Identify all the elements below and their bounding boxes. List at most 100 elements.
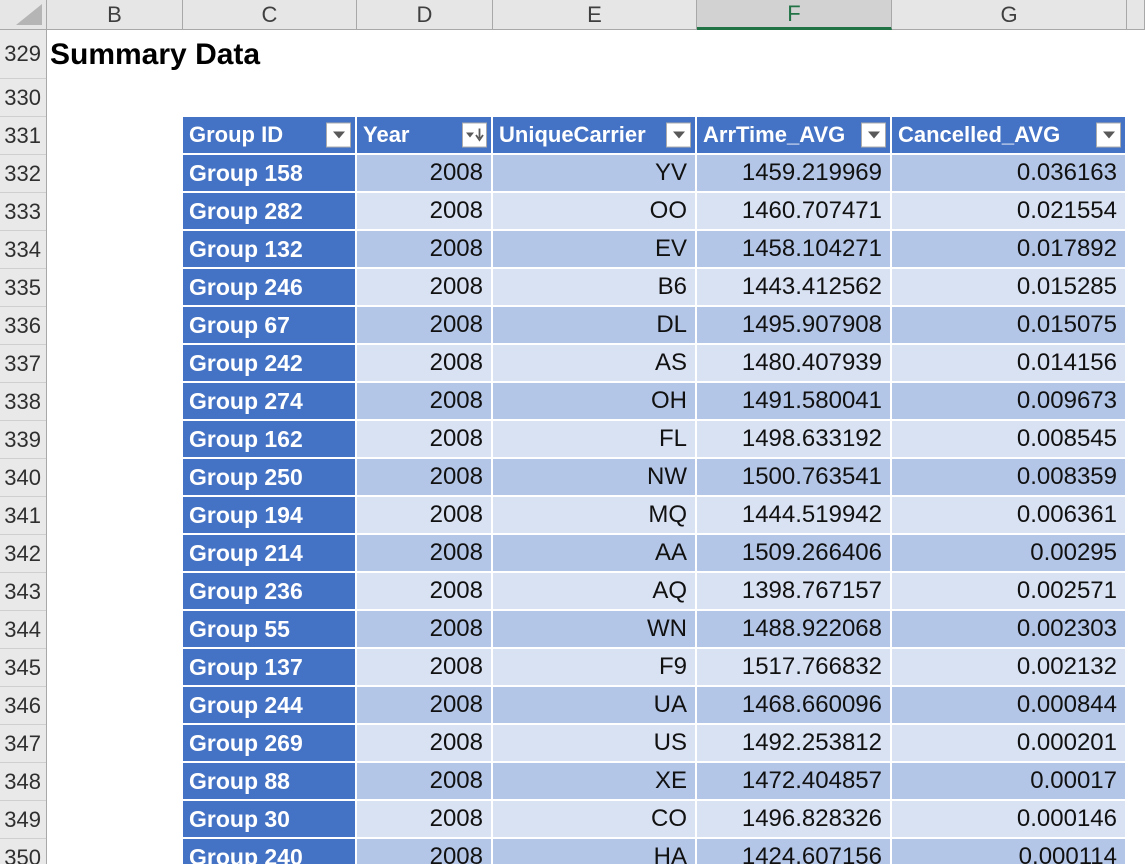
unique-carrier-cell[interactable]: WN bbox=[493, 611, 697, 649]
sheet-title-cell[interactable]: Summary Data bbox=[50, 38, 260, 72]
unique-carrier-cell[interactable]: OO bbox=[493, 193, 697, 231]
column-header-F[interactable]: F bbox=[697, 0, 892, 30]
unique-carrier-cell[interactable]: AA bbox=[493, 535, 697, 573]
group-id-cell[interactable]: Group 132 bbox=[183, 231, 357, 269]
arrtime-avg-cell[interactable]: 1509.266406 bbox=[697, 535, 892, 573]
group-id-cell[interactable]: Group 246 bbox=[183, 269, 357, 307]
unique-carrier-cell[interactable]: AS bbox=[493, 345, 697, 383]
cancelled-avg-cell[interactable]: 0.015285 bbox=[892, 269, 1127, 307]
filter-dropdown-button[interactable] bbox=[861, 122, 886, 148]
filter-dropdown-button[interactable] bbox=[1096, 122, 1121, 148]
column-header-G[interactable]: G bbox=[892, 0, 1127, 30]
filter-dropdown-button[interactable] bbox=[666, 122, 691, 148]
cancelled-avg-cell[interactable]: 0.036163 bbox=[892, 155, 1127, 193]
group-id-cell[interactable]: Group 250 bbox=[183, 459, 357, 497]
cancelled-avg-cell[interactable]: 0.014156 bbox=[892, 345, 1127, 383]
group-id-cell[interactable]: Group 236 bbox=[183, 573, 357, 611]
group-id-cell[interactable]: Group 194 bbox=[183, 497, 357, 535]
arrtime-avg-cell[interactable]: 1444.519942 bbox=[697, 497, 892, 535]
arrtime-avg-cell[interactable]: 1498.633192 bbox=[697, 421, 892, 459]
filter-dropdown-button[interactable] bbox=[326, 122, 351, 148]
group-id-cell[interactable]: Group 158 bbox=[183, 155, 357, 193]
group-id-cell[interactable]: Group 30 bbox=[183, 801, 357, 839]
cancelled-avg-cell[interactable]: 0.015075 bbox=[892, 307, 1127, 345]
year-cell[interactable]: 2008 bbox=[357, 725, 493, 763]
year-cell[interactable]: 2008 bbox=[357, 193, 493, 231]
select-all-corner[interactable] bbox=[0, 0, 47, 30]
row-header-340[interactable]: 340 bbox=[0, 459, 46, 497]
unique-carrier-cell[interactable]: FL bbox=[493, 421, 697, 459]
arrtime-avg-cell[interactable]: 1517.766832 bbox=[697, 649, 892, 687]
arrtime-avg-cell[interactable]: 1424.607156 bbox=[697, 839, 892, 864]
unique-carrier-cell[interactable]: AQ bbox=[493, 573, 697, 611]
cancelled-avg-cell[interactable]: 0.000114 bbox=[892, 839, 1127, 864]
unique-carrier-cell[interactable]: OH bbox=[493, 383, 697, 421]
year-cell[interactable]: 2008 bbox=[357, 383, 493, 421]
unique-carrier-cell[interactable]: HA bbox=[493, 839, 697, 864]
year-cell[interactable]: 2008 bbox=[357, 269, 493, 307]
unique-carrier-cell[interactable]: UA bbox=[493, 687, 697, 725]
cancelled-avg-cell[interactable]: 0.002132 bbox=[892, 649, 1127, 687]
table-column-header-year[interactable]: Year bbox=[357, 117, 493, 155]
arrtime-avg-cell[interactable]: 1468.660096 bbox=[697, 687, 892, 725]
arrtime-avg-cell[interactable]: 1480.407939 bbox=[697, 345, 892, 383]
row-header-343[interactable]: 343 bbox=[0, 573, 46, 611]
arrtime-avg-cell[interactable]: 1495.907908 bbox=[697, 307, 892, 345]
row-header-342[interactable]: 342 bbox=[0, 535, 46, 573]
row-header-335[interactable]: 335 bbox=[0, 269, 46, 307]
year-cell[interactable]: 2008 bbox=[357, 345, 493, 383]
arrtime-avg-cell[interactable]: 1458.104271 bbox=[697, 231, 892, 269]
arrtime-avg-cell[interactable]: 1488.922068 bbox=[697, 611, 892, 649]
column-header-D[interactable]: D bbox=[357, 0, 493, 30]
row-header-331[interactable]: 331 bbox=[0, 117, 46, 155]
year-cell[interactable]: 2008 bbox=[357, 307, 493, 345]
table-column-header-uniquecarrier[interactable]: UniqueCarrier bbox=[493, 117, 697, 155]
group-id-cell[interactable]: Group 55 bbox=[183, 611, 357, 649]
row-header-332[interactable]: 332 bbox=[0, 155, 46, 193]
column-header-B[interactable]: B bbox=[47, 0, 183, 30]
year-cell[interactable]: 2008 bbox=[357, 763, 493, 801]
group-id-cell[interactable]: Group 282 bbox=[183, 193, 357, 231]
cancelled-avg-cell[interactable]: 0.000844 bbox=[892, 687, 1127, 725]
year-cell[interactable]: 2008 bbox=[357, 421, 493, 459]
arrtime-avg-cell[interactable]: 1496.828326 bbox=[697, 801, 892, 839]
row-header-334[interactable]: 334 bbox=[0, 231, 46, 269]
cancelled-avg-cell[interactable]: 0.017892 bbox=[892, 231, 1127, 269]
arrtime-avg-cell[interactable]: 1443.412562 bbox=[697, 269, 892, 307]
row-header-344[interactable]: 344 bbox=[0, 611, 46, 649]
cancelled-avg-cell[interactable]: 0.002303 bbox=[892, 611, 1127, 649]
unique-carrier-cell[interactable]: MQ bbox=[493, 497, 697, 535]
arrtime-avg-cell[interactable]: 1459.219969 bbox=[697, 155, 892, 193]
year-cell[interactable]: 2008 bbox=[357, 231, 493, 269]
group-id-cell[interactable]: Group 274 bbox=[183, 383, 357, 421]
cancelled-avg-cell[interactable]: 0.002571 bbox=[892, 573, 1127, 611]
year-cell[interactable]: 2008 bbox=[357, 155, 493, 193]
cancelled-avg-cell[interactable]: 0.006361 bbox=[892, 497, 1127, 535]
year-cell[interactable]: 2008 bbox=[357, 573, 493, 611]
row-header-349[interactable]: 349 bbox=[0, 801, 46, 839]
year-cell[interactable]: 2008 bbox=[357, 687, 493, 725]
year-cell[interactable]: 2008 bbox=[357, 801, 493, 839]
row-header-330[interactable]: 330 bbox=[0, 79, 46, 117]
year-cell[interactable]: 2008 bbox=[357, 459, 493, 497]
arrtime-avg-cell[interactable]: 1398.767157 bbox=[697, 573, 892, 611]
unique-carrier-cell[interactable]: US bbox=[493, 725, 697, 763]
year-cell[interactable]: 2008 bbox=[357, 649, 493, 687]
unique-carrier-cell[interactable]: EV bbox=[493, 231, 697, 269]
cancelled-avg-cell[interactable]: 0.009673 bbox=[892, 383, 1127, 421]
column-header-C[interactable]: C bbox=[183, 0, 357, 30]
year-cell[interactable]: 2008 bbox=[357, 497, 493, 535]
table-column-header-group-id[interactable]: Group ID bbox=[183, 117, 357, 155]
unique-carrier-cell[interactable]: CO bbox=[493, 801, 697, 839]
row-header-329[interactable]: 329 bbox=[0, 30, 46, 79]
arrtime-avg-cell[interactable]: 1491.580041 bbox=[697, 383, 892, 421]
group-id-cell[interactable]: Group 88 bbox=[183, 763, 357, 801]
row-header-339[interactable]: 339 bbox=[0, 421, 46, 459]
cancelled-avg-cell[interactable]: 0.000146 bbox=[892, 801, 1127, 839]
row-header-350[interactable]: 350 bbox=[0, 839, 46, 864]
table-column-header-arrtime-avg[interactable]: ArrTime_AVG bbox=[697, 117, 892, 155]
row-header-337[interactable]: 337 bbox=[0, 345, 46, 383]
row-header-347[interactable]: 347 bbox=[0, 725, 46, 763]
row-header-341[interactable]: 341 bbox=[0, 497, 46, 535]
row-header-333[interactable]: 333 bbox=[0, 193, 46, 231]
